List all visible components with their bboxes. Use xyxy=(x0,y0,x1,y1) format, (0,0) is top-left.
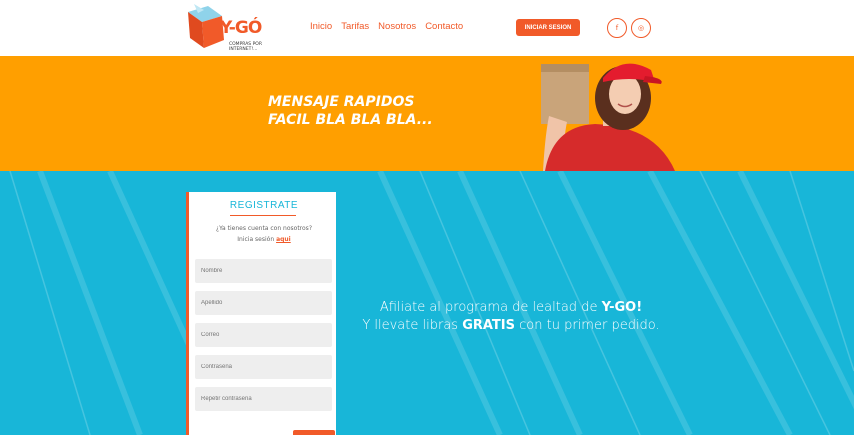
login-prompt: ¿Ya tienes cuenta con nosotros? Inicia s… xyxy=(189,223,339,245)
password-repeat-field[interactable] xyxy=(195,387,332,411)
promo-line-2-suffix: con tu primer pedido. xyxy=(519,318,660,333)
facebook-icon[interactable]: f xyxy=(607,18,627,38)
instagram-icon[interactable]: ◎ xyxy=(631,18,651,38)
password-field[interactable] xyxy=(195,355,332,379)
main-section: REGISTRATE ¿Ya tienes cuenta con nosotro… xyxy=(0,171,854,435)
login-prefix: Inicia sesión xyxy=(237,236,275,243)
nav-item-contacto[interactable]: Contacto xyxy=(425,21,463,32)
promo-line-2: Y llevate libras GRATIS con tu primer pe… xyxy=(356,317,666,335)
login-line: Inicia sesión aqui xyxy=(189,234,339,245)
name-field[interactable] xyxy=(195,259,332,283)
site-header: Y-GÓ COMPRAS POR INTERNET!... Inicio Tar… xyxy=(0,0,854,56)
title-underline xyxy=(230,215,296,216)
login-link[interactable]: aqui xyxy=(276,236,291,243)
delivery-person-image xyxy=(541,63,675,171)
register-submit-button[interactable] xyxy=(293,430,335,435)
loyalty-promo: Afiliate al programa de lealtad de Y-GO!… xyxy=(356,299,666,335)
nav-item-tarifas[interactable]: Tarifas xyxy=(341,21,369,32)
promo-line-1: Afiliate al programa de lealtad de Y-GO! xyxy=(356,299,666,317)
register-card: REGISTRATE ¿Ya tienes cuenta con nosotro… xyxy=(186,192,336,435)
banner-headline: MENSAJE RAPIDOS FACIL BLA BLA BLA... xyxy=(268,94,433,128)
lastname-field[interactable] xyxy=(195,291,332,315)
nav-item-inicio[interactable]: Inicio xyxy=(310,21,332,32)
logo-brand: Y-GÓ xyxy=(220,18,262,38)
nav-item-nosotros[interactable]: Nosotros xyxy=(378,21,416,32)
promo-brand: Y-GO! xyxy=(601,300,643,315)
promo-line-1-prefix: Afiliate al programa de lealtad de xyxy=(379,300,598,315)
email-field[interactable] xyxy=(195,323,332,347)
hero-banner: MENSAJE RAPIDOS FACIL BLA BLA BLA... xyxy=(0,56,854,171)
logo[interactable]: Y-GÓ COMPRAS POR INTERNET!... xyxy=(186,4,266,54)
register-title: REGISTRATE xyxy=(229,200,299,211)
main-nav: Inicio Tarifas Nosotros Contacto xyxy=(310,21,463,32)
logo-tagline: COMPRAS POR INTERNET!... xyxy=(229,42,262,52)
promo-line-2-prefix: Y llevate libras xyxy=(362,318,459,333)
promo-free: GRATIS xyxy=(462,318,516,333)
login-button[interactable]: INICIAR SESION xyxy=(516,19,580,36)
account-question: ¿Ya tienes cuenta con nosotros? xyxy=(216,225,312,232)
